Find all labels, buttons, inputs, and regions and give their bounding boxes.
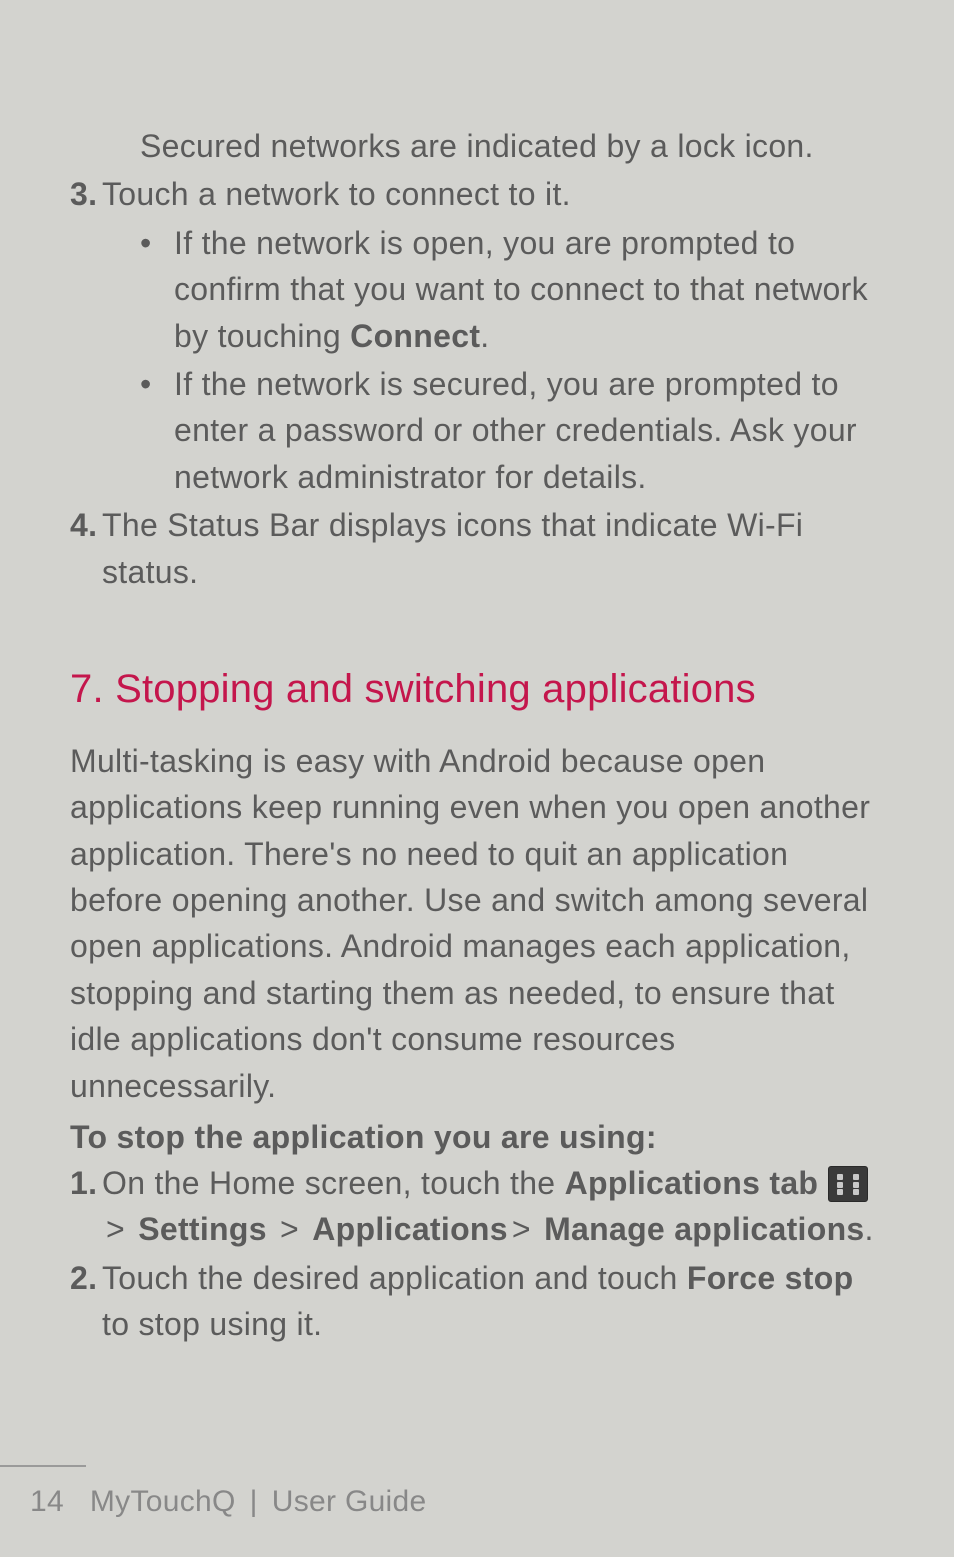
page-number: 14	[30, 1485, 64, 1518]
step-3-number: 3.	[70, 171, 102, 217]
step-3-bullet-2: • If the network is secured, you are pro…	[140, 361, 884, 500]
section-7-heading: 7. Stopping and switching applications	[70, 667, 884, 712]
apps-tab-icon	[828, 1166, 868, 1202]
stop-step-1-text: On the Home screen, touch the Applicatio…	[102, 1160, 884, 1253]
connect-label: Connect	[350, 318, 480, 354]
manage-applications-label: Manage applications	[544, 1211, 864, 1247]
applications-tab-label: Applications tab	[565, 1165, 819, 1201]
step-4-text: The Status Bar displays icons that indic…	[102, 502, 884, 595]
step-3: 3. Touch a network to connect to it.	[70, 171, 884, 217]
footer-guide: User Guide	[272, 1485, 427, 1518]
step-3-bullet-1: • If the network is open, you are prompt…	[140, 220, 884, 359]
step-4-number: 4.	[70, 502, 102, 595]
stop-step-1: 1. On the Home screen, touch the Applica…	[70, 1160, 884, 1253]
text: Secured networks are indicated by a lock…	[140, 128, 814, 164]
text-a: If the network is open, you are prompted…	[174, 225, 868, 354]
applications-label: Applications	[312, 1211, 508, 1247]
footer-title: MyTouchQ	[90, 1485, 236, 1518]
text-a: On the Home screen, touch the	[102, 1165, 565, 1201]
bullet-dot: •	[140, 220, 174, 359]
stop-step-2-number: 2.	[70, 1255, 102, 1348]
force-stop-label: Force stop	[687, 1260, 854, 1296]
footer-separator: |	[250, 1485, 258, 1518]
secured-networks-note: Secured networks are indicated by a lock…	[140, 123, 884, 169]
text-b: to stop using it.	[102, 1306, 322, 1342]
text-b: .	[480, 318, 489, 354]
gt-1: >	[106, 1211, 125, 1247]
footer: 14 MyTouchQ | User Guide	[0, 1485, 954, 1519]
bullet-dot: •	[140, 361, 174, 500]
step-3-bullet-1-text: If the network is open, you are prompted…	[174, 220, 884, 359]
text-a: Touch the desired application and touch	[102, 1260, 687, 1296]
footer-line	[0, 1465, 86, 1467]
stop-step-2: 2. Touch the desired application and tou…	[70, 1255, 884, 1348]
step-3-bullet-2-text: If the network is secured, you are promp…	[174, 361, 884, 500]
settings-label: Settings	[138, 1211, 267, 1247]
gt-3: >	[512, 1211, 531, 1247]
gt-2: >	[280, 1211, 299, 1247]
section-7-paragraph: Multi-tasking is easy with Android becau…	[70, 738, 884, 1109]
stop-step-1-number: 1.	[70, 1160, 102, 1253]
stop-app-subheading: To stop the application you are using:	[70, 1119, 884, 1156]
dot: .	[865, 1211, 874, 1247]
step-3-text: Touch a network to connect to it.	[102, 171, 884, 217]
step-4: 4. The Status Bar displays icons that in…	[70, 502, 884, 595]
stop-step-2-text: Touch the desired application and touch …	[102, 1255, 884, 1348]
